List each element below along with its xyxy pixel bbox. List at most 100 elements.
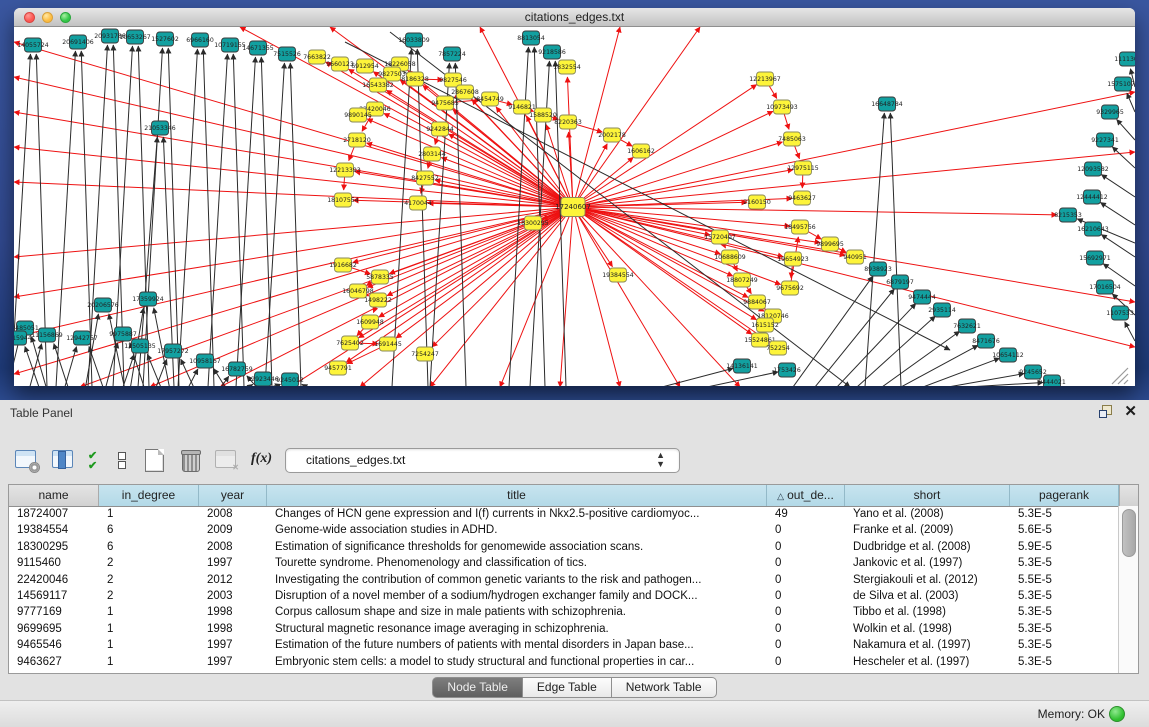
table-settings-icon[interactable] (14, 448, 39, 473)
delete-table-icon[interactable]: ✕ (214, 448, 239, 473)
trash-icon[interactable] (178, 448, 203, 473)
table-column-icon[interactable] (50, 448, 75, 473)
network-node[interactable]: 12213967 (749, 72, 781, 86)
network-node[interactable]: 2718120 (343, 133, 371, 147)
column-header-title[interactable]: title (267, 485, 767, 506)
network-node[interactable]: 9329965 (1096, 105, 1124, 119)
new-document-icon[interactable] (142, 448, 167, 473)
network-node[interactable]: 14055724 (17, 38, 49, 52)
network-node[interactable]: 6966160 (186, 33, 214, 47)
network-node[interactable]: 752254 (766, 341, 790, 355)
network-node[interactable]: 10958167 (189, 354, 221, 368)
row-boxes-icon[interactable] (115, 448, 131, 473)
network-node[interactable]: 17016504 (1089, 280, 1121, 294)
network-node[interactable]: 9675692 (776, 281, 804, 295)
network-node[interactable]: 1527602 (151, 32, 179, 46)
network-node[interactable]: 7632621 (953, 319, 981, 333)
network-node[interactable]: 8220363 (554, 115, 582, 129)
table-row[interactable]: 1830029562008Estimation of significance … (9, 539, 1119, 555)
network-node[interactable]: 2935114 (928, 303, 956, 317)
network-node[interactable]: 6879197 (886, 275, 914, 289)
network-node[interactable]: 9444021 (1038, 375, 1066, 386)
table-row[interactable]: 977716911998Corpus callosum shape and si… (9, 604, 1119, 620)
network-node[interactable]: 16782759 (221, 362, 253, 376)
table-row[interactable]: 969969511998Structural magnetic resonanc… (9, 621, 1119, 637)
network-node[interactable]: 8215353 (1054, 208, 1082, 222)
network-node[interactable]: 8938923 (864, 262, 892, 276)
network-node[interactable]: 9245012 (276, 373, 304, 386)
network-node[interactable]: 14136141 (726, 359, 758, 373)
network-node[interactable]: 12923446 (247, 372, 279, 386)
network-canvas[interactable]: 1405572420691406209317861065326715276026… (14, 27, 1135, 386)
network-node[interactable]: 12975115 (787, 161, 819, 175)
network-node[interactable]: 9245652 (1019, 365, 1047, 379)
network-node[interactable]: 940951 (843, 250, 867, 264)
network-node[interactable]: 17359924 (132, 292, 164, 306)
table-row[interactable]: 1456911722003Disruption of a novel membe… (9, 588, 1119, 604)
network-window-titlebar[interactable]: citations_edges.txt (14, 8, 1135, 27)
tab-node-table[interactable]: Node Table (432, 677, 523, 698)
scrollbar-thumb[interactable] (1122, 509, 1136, 557)
network-node[interactable]: 7254247 (411, 347, 439, 361)
network-node[interactable]: 1111304 (1114, 52, 1135, 66)
network-node[interactable]: 8813054 (517, 31, 545, 45)
network-node[interactable]: 7625402 (336, 336, 364, 350)
float-panel-icon[interactable] (1099, 405, 1112, 418)
column-header-name[interactable]: name (9, 485, 99, 506)
network-node[interactable]: 12444412 (1076, 190, 1108, 204)
network-node[interactable]: 8454749 (476, 92, 504, 106)
network-node[interactable]: 2803144 (418, 147, 446, 161)
network-node[interactable]: 7515526 (273, 47, 301, 61)
table-row[interactable]: 2242004622012Investigating the contribut… (9, 572, 1119, 588)
table-row[interactable]: 1872400712008Changes of HCN gene express… (9, 506, 1119, 522)
column-header-in_degree[interactable]: in_degree (99, 485, 199, 506)
network-node[interactable]: 1916682 (329, 258, 357, 272)
tab-edge-table[interactable]: Edge Table (523, 677, 612, 698)
network-node[interactable]: 20691406 (62, 35, 94, 49)
network-node[interactable]: 18495756 (784, 220, 816, 234)
network-node[interactable]: 12093582 (1077, 162, 1109, 176)
network-node[interactable]: 10719155 (214, 38, 246, 52)
network-node[interactable]: 15720407 (704, 230, 736, 244)
network-node[interactable]: 2160150 (743, 195, 771, 209)
memory-ok-indicator[interactable] (1109, 706, 1125, 722)
table-vertical-scrollbar[interactable] (1118, 506, 1138, 673)
network-node[interactable]: 16033809 (398, 33, 430, 47)
network-node[interactable]: 1753426 (773, 363, 801, 377)
network-node[interactable]: 5878335 (366, 270, 394, 284)
table-row[interactable]: 911546021997Tourette syndrome. Phenomeno… (9, 555, 1119, 571)
network-node[interactable]: 15751074 (1107, 77, 1135, 91)
network-node[interactable]: 19384554 (602, 268, 634, 282)
network-node[interactable]: 9227341 (1091, 133, 1119, 147)
network-node[interactable]: 1609948 (356, 315, 384, 329)
network-node[interactable]: 10653267 (119, 30, 151, 44)
network-node[interactable]: 10654112 (992, 348, 1024, 362)
network-node[interactable]: 1107533 (1106, 306, 1134, 320)
column-header-out_degree[interactable]: △out_de... (767, 485, 845, 506)
network-view-window[interactable]: citations_edges.txt 14055724206914062093… (14, 8, 1135, 386)
network-node[interactable]: 8427552 (411, 171, 439, 185)
network-node[interactable]: 1832554 (553, 60, 581, 74)
network-node[interactable]: 7857224 (438, 47, 466, 61)
network-node[interactable]: 4170044 (404, 196, 432, 210)
network-node[interactable]: 9463627 (788, 191, 816, 205)
network-node[interactable]: 7485063 (778, 132, 806, 146)
network-node[interactable]: 9242844 (426, 122, 454, 136)
network-node[interactable]: 18107554 (327, 193, 359, 207)
close-panel-icon[interactable]: ✕ (1124, 405, 1137, 418)
column-header-short[interactable]: short (845, 485, 1010, 506)
select-checks-icon[interactable]: ✔✔ (86, 448, 104, 473)
network-node[interactable]: 16210643 (1077, 222, 1109, 236)
network-node[interactable]: 9474444 (908, 290, 936, 304)
column-header-year[interactable]: year (199, 485, 267, 506)
table-row[interactable]: 946554611997Estimation of the future num… (9, 637, 1119, 653)
column-header-pagerank[interactable]: pagerank (1010, 485, 1119, 506)
network-node[interactable]: 19654923 (777, 252, 809, 266)
network-node[interactable]: 17957272 (157, 344, 189, 358)
tab-network-table[interactable]: Network Table (612, 677, 717, 698)
network-graph[interactable]: 1405572420691406209317861065326715276026… (14, 27, 1135, 386)
table-source-dropdown[interactable]: citations_edges.txt ▲▼ (285, 448, 680, 473)
network-node[interactable]: 16648784 (871, 97, 903, 111)
network-node[interactable]: 15692971 (1079, 251, 1111, 265)
network-node[interactable]: 9218586 (538, 45, 566, 59)
